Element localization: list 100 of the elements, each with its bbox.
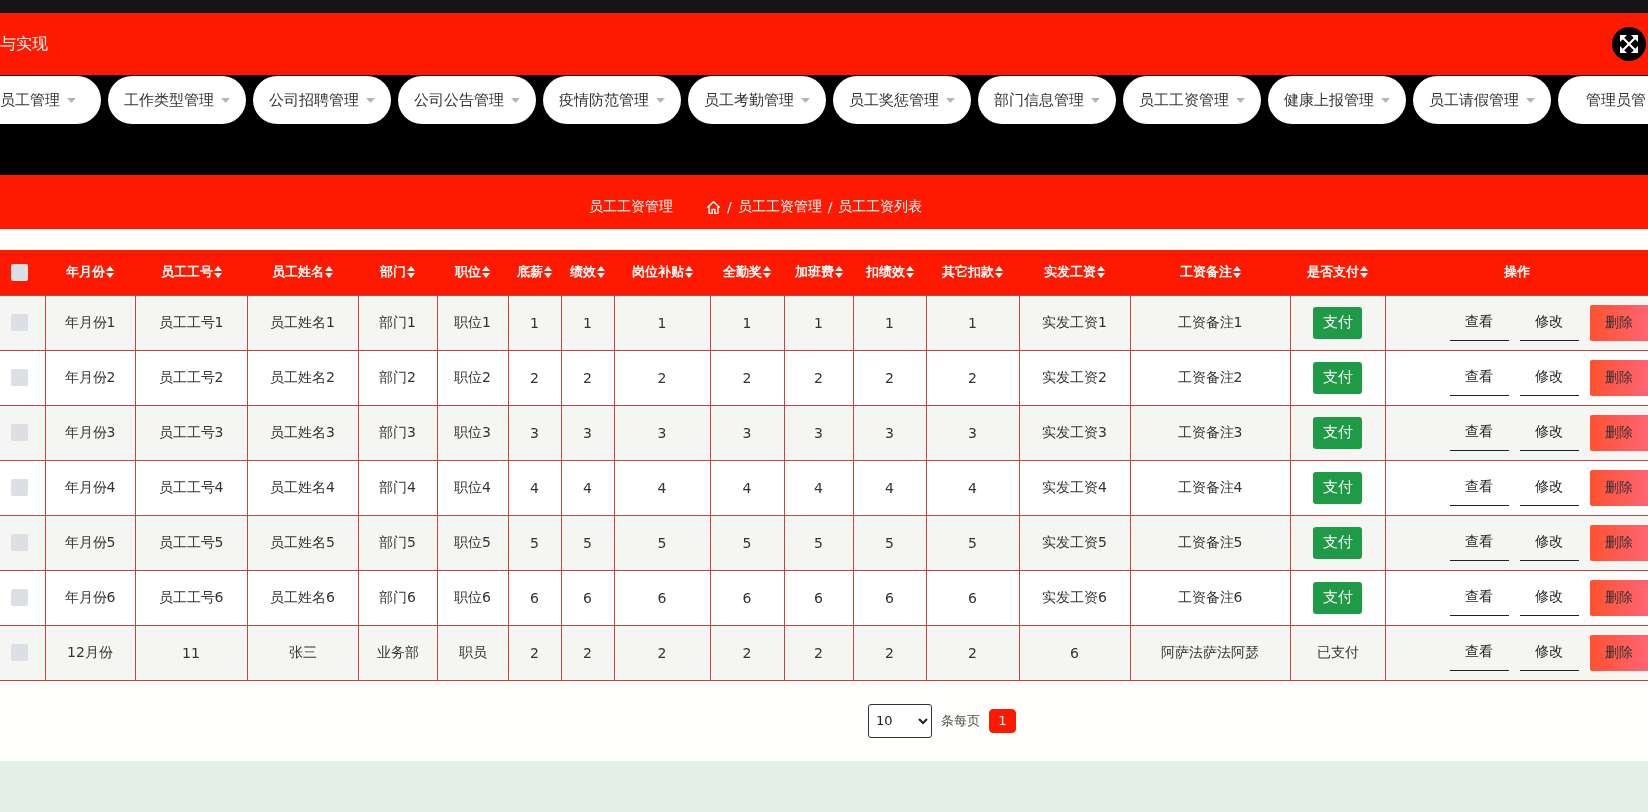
pay-button[interactable]: 支付 (1313, 416, 1362, 449)
table-cell: 职位1 (437, 295, 508, 350)
breadcrumb-link[interactable]: 员工工资管理 (737, 198, 822, 216)
nav-menu-item[interactable]: 员工请假管理 (1413, 76, 1551, 124)
pay-button[interactable]: 支付 (1313, 526, 1362, 559)
table-cell: 2 (561, 350, 614, 405)
sort-icon (684, 266, 693, 279)
delete-button[interactable]: 删除 (1589, 304, 1648, 341)
home-icon[interactable] (706, 199, 721, 215)
delete-button[interactable]: 删除 (1589, 634, 1648, 671)
table-cell: 职位4 (437, 460, 508, 515)
edit-button[interactable]: 修改 (1519, 414, 1579, 451)
column-header[interactable]: 员工工号 (160, 263, 222, 282)
page-size-select[interactable]: 10 (868, 703, 932, 738)
checkbox[interactable] (11, 589, 28, 607)
view-button[interactable]: 查看 (1449, 304, 1509, 341)
delete-button[interactable]: 删除 (1589, 359, 1648, 396)
checkbox[interactable] (11, 369, 28, 387)
table-cell: 1 (784, 295, 853, 350)
column-header[interactable]: 职位 (455, 263, 490, 282)
nav-menu-item[interactable]: 员工工资管理 (1123, 76, 1261, 124)
table-cell: 6 (1019, 625, 1130, 680)
table-cell: 3 (614, 405, 710, 460)
table-cell: 1 (614, 295, 710, 350)
table-cell: 实发工资2 (1019, 350, 1130, 405)
nav-menu-item[interactable]: 公司招聘管理 (253, 76, 391, 124)
sort-icon (544, 266, 552, 279)
table-cell: 工资备注1 (1130, 295, 1290, 350)
pay-button[interactable]: 支付 (1313, 471, 1362, 504)
pay-button[interactable]: 支付 (1313, 306, 1362, 339)
table-cell: 4 (784, 460, 853, 515)
fullscreen-icon[interactable] (1612, 27, 1646, 61)
nav-menu-item[interactable]: 员工管理 (0, 76, 101, 124)
column-header[interactable]: 加班费 (794, 263, 843, 282)
table-cell: 2 (614, 625, 710, 680)
nav-menu-item[interactable]: 管理员管 (1558, 76, 1648, 124)
pay-button[interactable]: 支付 (1313, 361, 1362, 394)
column-header[interactable]: 员工姓名 (272, 263, 333, 282)
per-page-label: 条每页 (941, 711, 980, 730)
table-cell: 张三 (247, 625, 358, 680)
column-header[interactable]: 岗位补贴 (631, 263, 693, 282)
nav-menu-item[interactable]: 部门信息管理 (978, 76, 1116, 124)
checkbox[interactable] (11, 644, 28, 662)
view-button[interactable]: 查看 (1449, 359, 1509, 396)
column-header[interactable]: 扣绩效 (865, 263, 914, 282)
table-cell: 工资备注6 (1130, 570, 1290, 625)
column-header[interactable]: 是否支付 (1307, 263, 1368, 282)
view-button[interactable]: 查看 (1449, 524, 1509, 561)
table-cell: 部门2 (358, 350, 437, 405)
table-cell: 1 (926, 295, 1019, 350)
table-cell: 6 (561, 570, 614, 625)
edit-button[interactable]: 修改 (1519, 359, 1579, 396)
delete-button[interactable]: 删除 (1589, 524, 1648, 561)
view-button[interactable]: 查看 (1449, 634, 1509, 671)
table-cell: 员工姓名3 (247, 405, 358, 460)
edit-button[interactable]: 修改 (1519, 469, 1579, 506)
checkbox[interactable] (11, 424, 28, 442)
table-cell: 6 (926, 570, 1019, 625)
column-header[interactable]: 年月份 (66, 263, 114, 282)
checkbox[interactable] (11, 314, 28, 332)
edit-button[interactable]: 修改 (1519, 579, 1579, 616)
table-cell: 部门4 (358, 460, 437, 515)
checkbox[interactable] (11, 479, 28, 497)
checkbox[interactable] (11, 534, 28, 552)
table-cell: 2 (784, 625, 853, 680)
column-header[interactable]: 全勤奖 (723, 263, 771, 282)
nav-menu-item[interactable]: 员工奖惩管理 (833, 76, 971, 124)
view-button[interactable]: 查看 (1449, 469, 1509, 506)
column-header[interactable]: 底薪 (517, 263, 552, 282)
nav-menu-item[interactable]: 员工考勤管理 (688, 76, 826, 124)
delete-button[interactable]: 删除 (1589, 469, 1648, 506)
column-header[interactable]: 绩效 (570, 263, 605, 282)
pay-button[interactable]: 支付 (1313, 581, 1362, 614)
breadcrumb-separator: / (827, 199, 833, 215)
nav-menu-item[interactable]: 公司公告管理 (398, 76, 536, 124)
view-button[interactable]: 查看 (1449, 579, 1509, 616)
delete-button[interactable]: 删除 (1589, 579, 1648, 616)
page-button[interactable]: 1 (989, 708, 1016, 733)
nav-menu-item[interactable]: 健康上报管理 (1268, 76, 1406, 124)
table-cell: 年月份5 (45, 515, 135, 570)
nav-menu-item[interactable]: 疫情防范管理 (543, 76, 681, 124)
view-button[interactable]: 查看 (1449, 414, 1509, 451)
caret-icon (511, 97, 520, 103)
table-cell: 3 (926, 405, 1019, 460)
edit-button[interactable]: 修改 (1519, 304, 1579, 341)
table-cell: 2 (710, 625, 784, 680)
table-cell: 2 (710, 350, 784, 405)
column-header[interactable]: 工资备注 (1179, 263, 1241, 282)
column-header[interactable]: 其它扣款 (942, 263, 1003, 282)
table-cell: 职员 (437, 625, 508, 680)
table-cell: 4 (561, 460, 614, 515)
checkbox[interactable] (11, 263, 28, 281)
table-cell: 年月份6 (45, 570, 135, 625)
delete-button[interactable]: 删除 (1589, 414, 1648, 451)
column-header[interactable]: 部门 (380, 263, 415, 282)
edit-button[interactable]: 修改 (1519, 634, 1579, 671)
column-header[interactable]: 实发工资 (1044, 263, 1105, 282)
nav-menu-item[interactable]: 工作类型管理 (108, 76, 246, 124)
edit-button[interactable]: 修改 (1519, 524, 1579, 561)
table-cell: 3 (853, 405, 926, 460)
